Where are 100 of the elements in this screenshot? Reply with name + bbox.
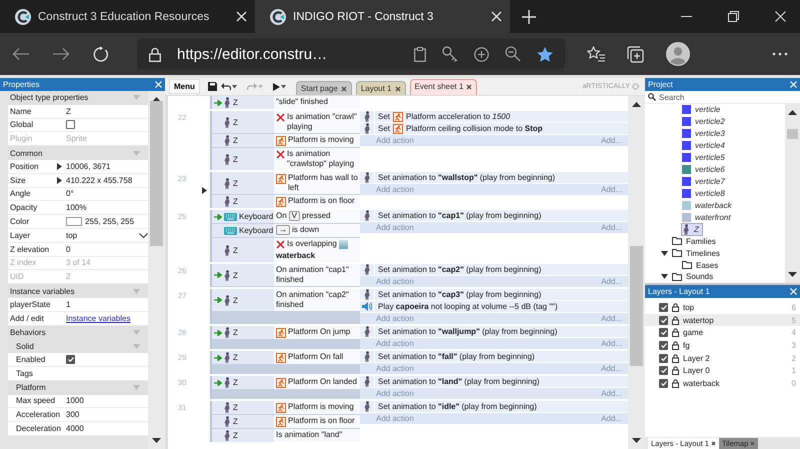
- key-icon[interactable]: [442, 46, 458, 62]
- expand-toggle-icon[interactable]: [202, 186, 207, 194]
- object-name: Keyboard: [239, 212, 274, 221]
- scroll-down-icon[interactable]: [788, 272, 797, 277]
- layer-row[interactable]: top 6: [645, 301, 800, 314]
- section-header[interactable]: Instance variables: [8, 284, 148, 298]
- scrollbar-thumb[interactable]: [150, 101, 163, 246]
- address-bar[interactable]: https://editor.constru…: [137, 39, 565, 69]
- property-label: Position: [10, 162, 38, 171]
- color-swatch[interactable]: [66, 217, 82, 226]
- section-header[interactable]: Solid: [8, 339, 148, 354]
- menu-button[interactable]: Menu: [169, 79, 200, 94]
- scrollbar[interactable]: [628, 96, 645, 449]
- panel-title: Project: [648, 80, 673, 89]
- section-header[interactable]: Behaviors: [8, 326, 148, 340]
- tree-item[interactable]: Timelines: [671, 248, 723, 258]
- checkbox[interactable]: [66, 355, 75, 364]
- tree-item[interactable]: waterback: [681, 200, 734, 210]
- tree-item[interactable]: Eases: [681, 260, 722, 270]
- scroll-down-icon[interactable]: [632, 438, 641, 443]
- collections-icon[interactable]: [627, 46, 644, 62]
- checkbox[interactable]: [66, 120, 75, 130]
- property-label: Opacity: [10, 203, 38, 212]
- expand-arrow-icon[interactable]: [660, 274, 668, 280]
- object-name: Z: [233, 197, 238, 206]
- checkbox[interactable]: [659, 366, 668, 376]
- play-icon[interactable]: [272, 82, 280, 90]
- scroll-up-icon[interactable]: [788, 110, 797, 115]
- back-arrow-icon[interactable]: [12, 47, 30, 61]
- zoom-in-icon[interactable]: [474, 46, 489, 62]
- checkbox[interactable]: [659, 354, 668, 363]
- search-field[interactable]: Search: [659, 92, 759, 102]
- object-name: waterback: [276, 251, 316, 261]
- tree-item[interactable]: Sounds: [671, 272, 716, 282]
- tree-item[interactable]: verticle7: [681, 176, 728, 186]
- link[interactable]: Instance variables: [66, 314, 130, 323]
- runner-icon: [276, 174, 286, 184]
- object-name: Z: [233, 417, 238, 426]
- condition-text: Is animation "crawl" playing: [287, 112, 358, 132]
- section-header[interactable]: Common: [8, 146, 148, 160]
- checkbox[interactable]: [659, 302, 668, 312]
- editor-tab[interactable]: Event sheet 1: [410, 79, 478, 95]
- checkbox[interactable]: [659, 378, 668, 388]
- property-value: 0°: [66, 189, 74, 198]
- checkbox[interactable]: [659, 340, 668, 350]
- layer-row[interactable]: fg 3: [645, 339, 800, 352]
- tree-item[interactable]: verticle5: [681, 153, 728, 162]
- save-icon[interactable]: [208, 82, 217, 91]
- scroll-up-icon[interactable]: [632, 102, 641, 107]
- condition-text: pressed: [302, 211, 330, 221]
- editor-tab[interactable]: Layout 1: [356, 81, 406, 95]
- figure-icon: [364, 210, 370, 221]
- checkbox[interactable]: [659, 316, 668, 325]
- tree-item[interactable]: verticle6: [681, 165, 728, 174]
- editor-tab[interactable]: Start page: [296, 81, 352, 95]
- layer-row[interactable]: watertop 5: [645, 314, 800, 326]
- layer-row[interactable]: game 4: [645, 326, 800, 340]
- arrow-icon: [214, 297, 222, 303]
- refresh-icon[interactable]: [92, 46, 109, 62]
- condition-text: Platform is moving: [288, 402, 354, 412]
- dropdown-chevron-icon[interactable]: [139, 232, 148, 238]
- scrollbar-thumb[interactable]: [787, 129, 798, 139]
- section-header[interactable]: Platform: [8, 380, 148, 395]
- tree-item[interactable]: verticle: [681, 105, 724, 114]
- scrollbar[interactable]: [148, 91, 165, 449]
- more-icon[interactable]: [772, 52, 788, 56]
- clipboard-icon[interactable]: [414, 46, 426, 62]
- close-icon[interactable]: [466, 84, 472, 90]
- tree-item[interactable]: verticle4: [681, 141, 728, 150]
- forward-arrow-icon[interactable]: [52, 47, 70, 61]
- checkbox[interactable]: [659, 328, 668, 338]
- layer-row[interactable]: waterback 0: [645, 377, 800, 390]
- zoom-out-icon[interactable]: [505, 46, 521, 62]
- restore-icon[interactable]: [728, 11, 739, 22]
- logo-icon: [14, 8, 32, 26]
- star-icon[interactable]: [537, 46, 553, 62]
- layer-row[interactable]: Layer 0 1: [645, 364, 800, 378]
- tree-item[interactable]: waterfront: [681, 212, 734, 222]
- browser-tab[interactable]: INDIGO RIOT - Construct 3: [255, 0, 510, 33]
- tree-item[interactable]: verticle2: [681, 117, 728, 126]
- tree-item[interactable]: Families: [671, 236, 719, 246]
- avatar-icon[interactable]: [666, 42, 690, 66]
- scroll-down-icon[interactable]: [152, 438, 161, 443]
- tree-item[interactable]: Z: [681, 222, 703, 236]
- condition-text: Platform has wall to left: [288, 173, 359, 193]
- undo-icon[interactable]: [220, 83, 231, 90]
- favorites-icon[interactable]: [587, 46, 605, 62]
- close-icon[interactable]: [710, 441, 716, 446]
- tree-item[interactable]: verticle8: [681, 188, 728, 198]
- layer-index: 3: [792, 340, 796, 350]
- layer-row[interactable]: Layer 2 2: [645, 352, 800, 364]
- scrollbar[interactable]: [785, 104, 800, 283]
- new-tab-icon[interactable]: [522, 10, 536, 24]
- key-cap: V: [288, 211, 300, 221]
- expand-arrow-icon[interactable]: [660, 250, 668, 256]
- section-header[interactable]: Object type properties: [8, 91, 148, 105]
- property-value: 10006, 3671: [66, 162, 110, 171]
- tree-item[interactable]: verticle3: [681, 129, 728, 138]
- lock-icon: [672, 340, 679, 350]
- scrollbar-thumb[interactable]: [630, 246, 643, 366]
